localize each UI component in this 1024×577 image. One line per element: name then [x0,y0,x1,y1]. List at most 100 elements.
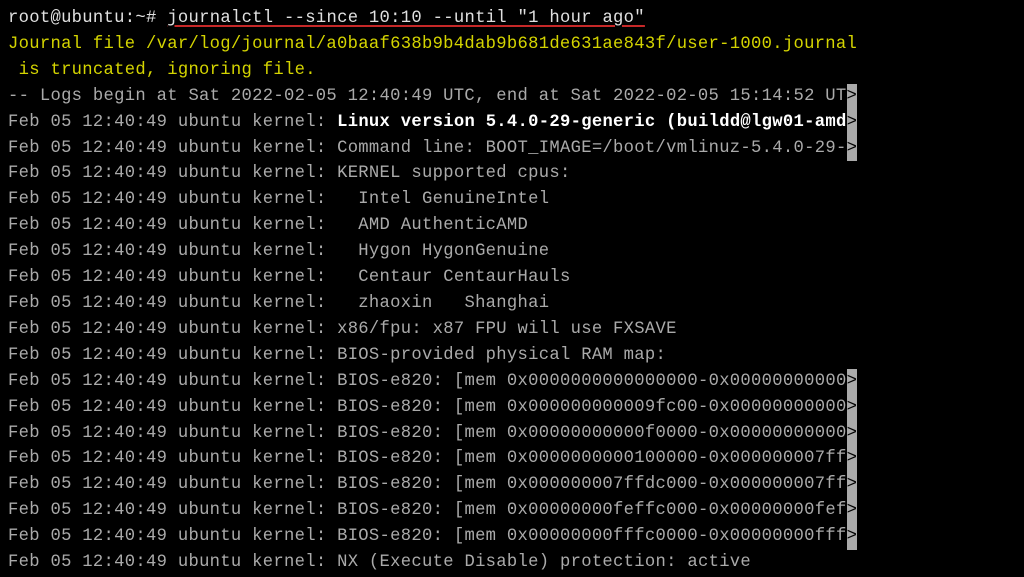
log-message: KERNEL supported cpus: [326,164,570,183]
log-line: Feb 05 12:40:49 ubuntu kernel: BIOS-e820… [8,475,857,494]
log-message: x86/fpu: x87 FPU will use FXSAVE [326,320,676,339]
log-line: Feb 05 12:40:49 ubuntu kernel: BIOS-e820… [8,449,857,468]
log-timestamp: Feb 05 12:40:49 [8,164,167,183]
log-host: ubuntu [178,268,242,287]
log-line: Feb 05 12:40:49 ubuntu kernel: Linux ver… [8,113,857,132]
log-line: Feb 05 12:40:49 ubuntu kernel: BIOS-e820… [8,424,857,443]
prompt-path: ~ [135,9,146,28]
log-message: Intel GenuineIntel [326,190,549,209]
log-source: kernel: [252,113,326,132]
log-message: Hygon HygonGenuine [326,242,549,261]
log-source: kernel: [252,164,326,183]
log-timestamp: Feb 05 12:40:49 [8,113,167,132]
log-host: ubuntu [178,449,242,468]
log-line: Feb 05 12:40:49 ubuntu kernel: NX (Execu… [8,553,751,572]
log-timestamp: Feb 05 12:40:49 [8,242,167,261]
log-line: Feb 05 12:40:49 ubuntu kernel: Centaur C… [8,268,571,287]
log-line: Feb 05 12:40:49 ubuntu kernel: BIOS-e820… [8,501,857,520]
log-host: ubuntu [178,475,242,494]
log-timestamp: Feb 05 12:40:49 [8,216,167,235]
log-source: kernel: [252,475,326,494]
log-source: kernel: [252,398,326,417]
log-source: kernel: [252,553,326,572]
log-timestamp: Feb 05 12:40:49 [8,372,167,391]
log-host: ubuntu [178,320,242,339]
log-source: kernel: [252,527,326,546]
log-message: NX (Execute Disable) protection: active [326,553,751,572]
log-timestamp: Feb 05 12:40:49 [8,294,167,313]
log-source: kernel: [252,372,326,391]
log-source: kernel: [252,190,326,209]
log-host: ubuntu [178,139,242,158]
log-source: kernel: [252,242,326,261]
log-timestamp: Feb 05 12:40:49 [8,424,167,443]
log-host: ubuntu [178,372,242,391]
more-indicator-icon: > [847,472,857,498]
log-line: Feb 05 12:40:49 ubuntu kernel: BIOS-e820… [8,372,857,391]
log-timestamp: Feb 05 12:40:49 [8,346,167,365]
log-host: ubuntu [178,346,242,365]
command-text: journalctl --since 10:10 --until "1 hour… [167,9,645,28]
log-message: BIOS-e820: [mem 0x00000000000f0000-0x000… [326,424,846,443]
prompt-symbol: # [146,9,157,28]
log-message: BIOS-e820: [mem 0x000000000009fc00-0x000… [326,398,846,417]
log-message: BIOS-provided physical RAM map: [326,346,666,365]
log-line: Feb 05 12:40:49 ubuntu kernel: zhaoxin S… [8,294,549,313]
log-message: BIOS-e820: [mem 0x0000000000000000-0x000… [326,372,846,391]
log-line: Feb 05 12:40:49 ubuntu kernel: Intel Gen… [8,190,549,209]
log-timestamp: Feb 05 12:40:49 [8,475,167,494]
log-line: Feb 05 12:40:49 ubuntu kernel: BIOS-prov… [8,346,666,365]
more-indicator-icon: > [847,110,857,136]
log-timestamp: Feb 05 12:40:49 [8,398,167,417]
log-host: ubuntu [178,501,242,520]
log-message: zhaoxin Shanghai [326,294,549,313]
log-message: BIOS-e820: [mem 0x00000000feffc000-0x000… [326,501,846,520]
log-host: ubuntu [178,113,242,132]
log-host: ubuntu [178,398,242,417]
log-message: Command line: BOOT_IMAGE=/boot/vmlinuz-5… [326,139,846,158]
log-line: Feb 05 12:40:49 ubuntu kernel: Command l… [8,139,857,158]
log-timestamp: Feb 05 12:40:49 [8,501,167,520]
log-host: ubuntu [178,164,242,183]
more-indicator-icon: > [847,84,857,110]
log-timestamp: Feb 05 12:40:49 [8,139,167,158]
log-timestamp: Feb 05 12:40:49 [8,527,167,546]
log-timestamp: Feb 05 12:40:49 [8,320,167,339]
log-lines: Feb 05 12:40:49 ubuntu kernel: Linux ver… [8,113,857,577]
log-message [326,113,337,132]
more-indicator-icon: > [847,136,857,162]
log-source: kernel: [252,294,326,313]
log-source: kernel: [252,346,326,365]
log-host: ubuntu [178,527,242,546]
log-source: kernel: [252,449,326,468]
terminal-output[interactable]: root@ubuntu:~# journalctl --since 10:10 … [0,0,1024,577]
log-line: Feb 05 12:40:49 ubuntu kernel: Hygon Hyg… [8,242,549,261]
log-message: BIOS-e820: [mem 0x000000007ffdc000-0x000… [326,475,846,494]
log-host: ubuntu [178,294,242,313]
log-source: kernel: [252,139,326,158]
log-source: kernel: [252,501,326,520]
log-host: ubuntu [178,242,242,261]
log-line: Feb 05 12:40:49 ubuntu kernel: KERNEL su… [8,164,571,183]
log-host: ubuntu [178,553,242,572]
log-timestamp: Feb 05 12:40:49 [8,553,167,572]
log-message-bright: Linux version 5.4.0-29-generic (buildd@l… [337,113,846,132]
log-timestamp: Feb 05 12:40:49 [8,190,167,209]
more-indicator-icon: > [847,524,857,550]
warning-line-2: is truncated, ignoring file. [8,61,316,80]
log-host: ubuntu [178,190,242,209]
logs-begin-line: -- Logs begin at Sat 2022-02-05 12:40:49… [8,87,857,106]
log-message: Centaur CentaurHauls [326,268,570,287]
log-line: Feb 05 12:40:49 ubuntu kernel: x86/fpu: … [8,320,677,339]
log-source: kernel: [252,320,326,339]
more-indicator-icon: > [847,498,857,524]
log-timestamp: Feb 05 12:40:49 [8,268,167,287]
prompt-user-host: root@ubuntu [8,9,125,28]
log-line: Feb 05 12:40:49 ubuntu kernel: BIOS-e820… [8,398,857,417]
log-host: ubuntu [178,424,242,443]
warning-line-1: Journal file /var/log/journal/a0baaf638b… [8,35,857,54]
log-message: BIOS-e820: [mem 0x0000000000100000-0x000… [326,449,846,468]
log-host: ubuntu [178,216,242,235]
log-line: Feb 05 12:40:49 ubuntu kernel: BIOS-e820… [8,527,857,546]
log-message: BIOS-e820: [mem 0x00000000fffc0000-0x000… [326,527,846,546]
